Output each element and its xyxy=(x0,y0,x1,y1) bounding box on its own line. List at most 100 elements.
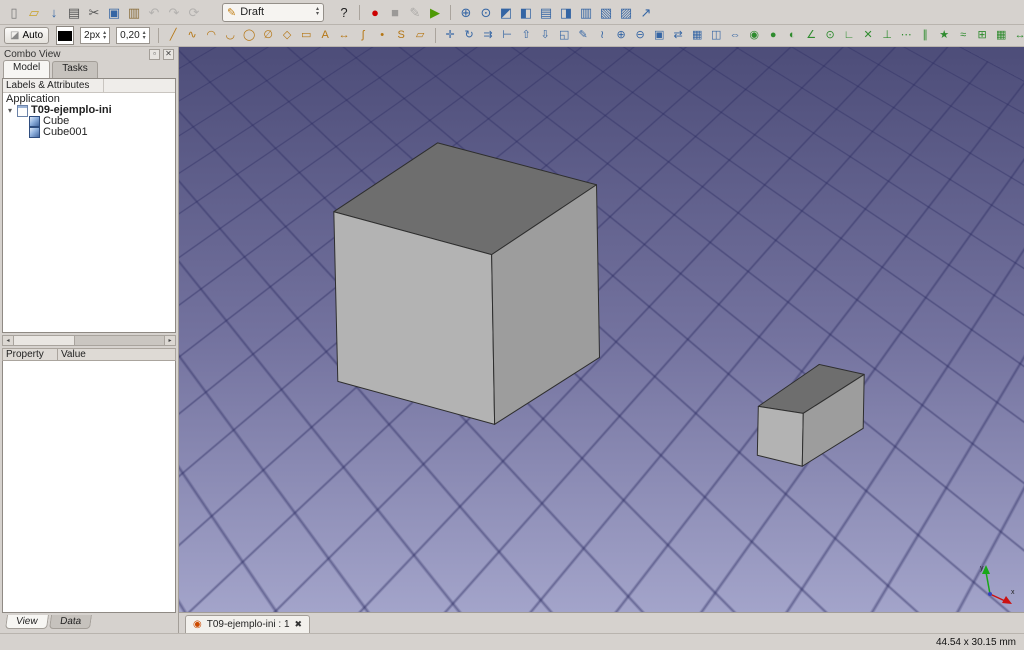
draft-clone-button[interactable]: ◫ xyxy=(707,27,726,45)
save-file-button[interactable]: ↓ xyxy=(44,2,64,22)
document-tab[interactable]: ◉ T09-ejemplo-ini : 1 ✖ xyxy=(185,615,311,633)
tree-document-node[interactable]: ▾ T09-ejemplo-ini xyxy=(3,104,175,117)
tree-column-header[interactable]: Labels & Attributes xyxy=(3,79,175,93)
draft-ellipse-button[interactable]: ∅ xyxy=(259,27,278,45)
draft-array-button[interactable]: ▦ xyxy=(688,27,707,45)
open-file-button[interactable]: ▱ xyxy=(24,2,44,22)
new-file-button[interactable]: ▯ xyxy=(4,2,24,22)
draft-edit-button[interactable]: ✎ xyxy=(574,27,593,45)
draft-shapestring-button[interactable]: S xyxy=(392,27,411,45)
draft-downgrade-button[interactable]: ⇩ xyxy=(536,27,555,45)
value-column-header[interactable]: Value xyxy=(58,348,176,361)
property-column-header[interactable]: Property xyxy=(2,348,58,361)
draft-arc-button[interactable]: ◡ xyxy=(221,27,240,45)
snap-parallel-button[interactable]: ∥ xyxy=(916,27,935,45)
snap-midpoint-button[interactable]: ◐ xyxy=(783,27,802,45)
draft-circle-button[interactable]: ◯ xyxy=(240,27,259,45)
line-width-stepper[interactable]: 2px ▴ ▾ xyxy=(80,27,111,44)
snap-endpoint-button[interactable]: ● xyxy=(764,27,783,45)
measure-distance-button[interactable]: ↗ xyxy=(636,2,656,22)
snap-dimensions-button[interactable]: ↔ xyxy=(1011,27,1024,45)
snap-special-button[interactable]: ★ xyxy=(935,27,954,45)
line-color-button[interactable] xyxy=(56,26,75,45)
snap-lock-icon: ◉ xyxy=(749,29,759,41)
draft-shape2dview-icon: ▣ xyxy=(653,29,665,41)
tab-data[interactable]: Data xyxy=(48,615,92,629)
close-panel-button[interactable]: ✕ xyxy=(163,48,174,60)
tab-model[interactable]: Model xyxy=(3,60,51,78)
undo-button[interactable]: ↶ xyxy=(144,2,164,22)
close-document-icon[interactable]: ✖ xyxy=(295,620,303,629)
draft-point-button[interactable]: • xyxy=(373,27,392,45)
draft-add-point-button[interactable]: ⊕ xyxy=(612,27,631,45)
draft-mirror-button[interactable]: ⇔ xyxy=(726,27,745,45)
tab-view[interactable]: View xyxy=(5,615,49,629)
snap-grid-button[interactable]: ⊞ xyxy=(973,27,992,45)
tab-tasks[interactable]: Tasks xyxy=(52,61,98,78)
draft-polyline-button[interactable]: ∿ xyxy=(183,27,202,45)
view-front-button[interactable]: ◧ xyxy=(516,2,536,22)
draft-dimension-button[interactable]: ↔ xyxy=(335,27,354,45)
draft-trimex-button[interactable]: ⊢ xyxy=(498,27,517,45)
draft-fillet-button[interactable]: ◠ xyxy=(202,27,221,45)
snap-working-plane-button[interactable]: ▦ xyxy=(992,27,1011,45)
whats-this-icon: ? xyxy=(340,4,348,20)
draft-facebinder-button[interactable]: ▱ xyxy=(411,27,430,45)
float-panel-button[interactable]: ▫ xyxy=(149,48,160,60)
draft-line-button[interactable]: ╱ xyxy=(164,27,183,45)
view-axonometric-button[interactable]: ◩ xyxy=(496,2,516,22)
view-bottom-button[interactable]: ▧ xyxy=(596,2,616,22)
draft-rectangle-button[interactable]: ▭ xyxy=(297,27,316,45)
snap-perpendicular-button[interactable]: ⊥ xyxy=(878,27,897,45)
macro-run-button[interactable]: ▶ xyxy=(425,2,445,22)
macro-edit-button[interactable]: ✎ xyxy=(405,2,425,22)
draft-wire-to-bspline-button[interactable]: ≀ xyxy=(593,27,612,45)
view-right-button[interactable]: ◨ xyxy=(556,2,576,22)
view-top-button[interactable]: ▤ xyxy=(536,2,556,22)
draft-text-button[interactable]: A xyxy=(316,27,335,45)
snap-extension-button[interactable]: ⋯ xyxy=(897,27,916,45)
draft-delete-point-button[interactable]: ⊖ xyxy=(631,27,650,45)
workbench-selector[interactable]: ✎ Draft ▴ ▾ xyxy=(222,2,324,22)
small-box-left-face[interactable] xyxy=(756,405,804,467)
view-left-button[interactable]: ▨ xyxy=(616,2,636,22)
3d-viewport[interactable]: y x xyxy=(179,47,1024,612)
cut-button[interactable]: ✂ xyxy=(84,2,104,22)
draft-move-button[interactable]: ✛ xyxy=(441,27,460,45)
paste-button[interactable]: ▥ xyxy=(124,2,144,22)
whats-this-button[interactable]: ? xyxy=(334,2,354,22)
scrollbar-thumb[interactable] xyxy=(14,336,75,345)
view-rear-button[interactable]: ▥ xyxy=(576,2,596,22)
expand-arrow-icon[interactable]: ▾ xyxy=(6,105,14,116)
property-table-body[interactable] xyxy=(2,361,176,613)
draft-polygon-button[interactable]: ◇ xyxy=(278,27,297,45)
draft-to-sketch-button[interactable]: ⇄ xyxy=(669,27,688,45)
draft-shape2dview-button[interactable]: ▣ xyxy=(650,27,669,45)
tree-item-cube[interactable]: Cube xyxy=(3,116,175,127)
working-plane-button[interactable]: ◪ Auto xyxy=(4,27,50,44)
fit-selection-button[interactable]: ⊙ xyxy=(476,2,496,22)
tree-horizontal-scrollbar[interactable]: ◂ ▸ xyxy=(2,335,176,346)
copy-button[interactable]: ▣ xyxy=(104,2,124,22)
macro-record-button[interactable]: ● xyxy=(365,2,385,22)
snap-angle-button[interactable]: ∠ xyxy=(802,27,821,45)
scroll-right-icon[interactable]: ▸ xyxy=(164,336,175,345)
refresh-button[interactable]: ⟳ xyxy=(184,2,204,22)
snap-lock-button[interactable]: ◉ xyxy=(745,27,764,45)
fit-all-button[interactable]: ⊕ xyxy=(456,2,476,22)
snap-ortho-button[interactable]: ∟ xyxy=(840,27,859,45)
draft-rotate-button[interactable]: ↻ xyxy=(460,27,479,45)
snap-intersection-button[interactable]: ✕ xyxy=(859,27,878,45)
draft-upgrade-button[interactable]: ⇧ xyxy=(517,27,536,45)
scale-stepper[interactable]: 0,20 ▴ ▾ xyxy=(116,27,150,44)
tree-item-cube001[interactable]: Cube001 xyxy=(3,127,175,138)
draft-bspline-button[interactable]: ʃ xyxy=(354,27,373,45)
print-button[interactable]: ▤ xyxy=(64,2,84,22)
snap-center-button[interactable]: ⊙ xyxy=(821,27,840,45)
redo-button[interactable]: ↷ xyxy=(164,2,184,22)
snap-near-button[interactable]: ≈ xyxy=(954,27,973,45)
scroll-left-icon[interactable]: ◂ xyxy=(3,336,14,345)
draft-offset-button[interactable]: ⇉ xyxy=(479,27,498,45)
draft-scale-button[interactable]: ◱ xyxy=(555,27,574,45)
macro-stop-button[interactable]: ■ xyxy=(385,2,405,22)
